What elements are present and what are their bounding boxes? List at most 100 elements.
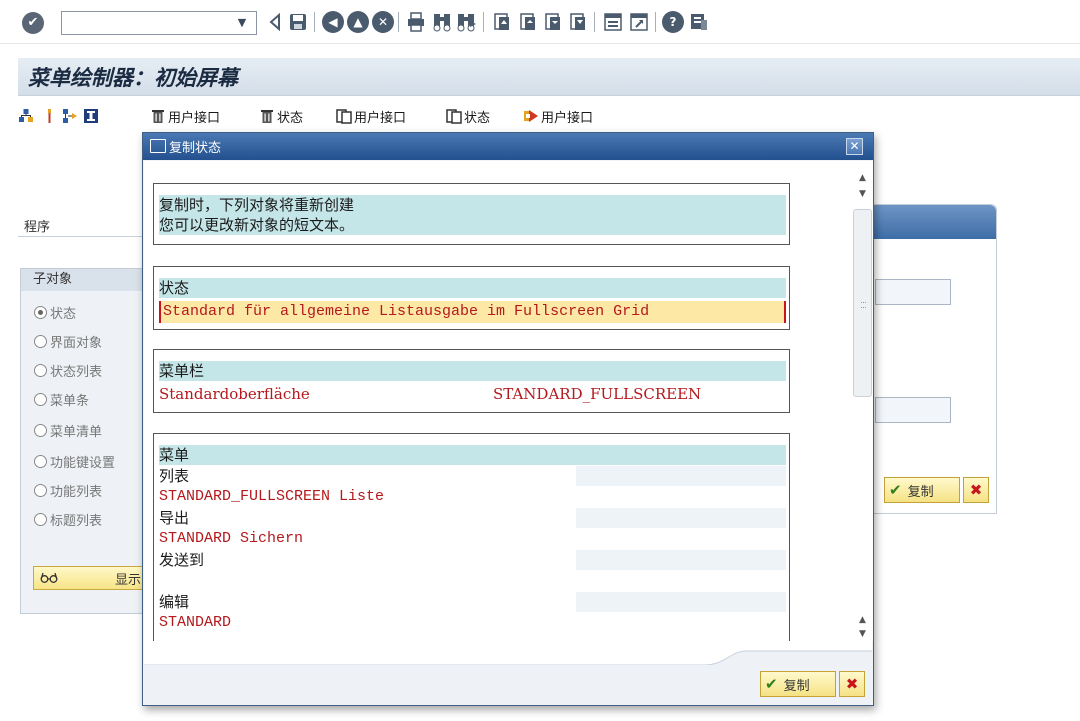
window-icon <box>150 139 166 153</box>
radio-status-list[interactable]: 状态列表 <box>34 360 102 380</box>
radio-function-list[interactable]: 功能列表 <box>34 480 102 500</box>
page-title: 菜单绘制器：初始屏幕 <box>28 65 238 90</box>
radio-button[interactable] <box>34 454 47 468</box>
delete-interface-button[interactable]: 用户接口 <box>150 104 220 128</box>
scroll-down-icon[interactable]: ▼ <box>852 187 873 201</box>
vertical-scrollbar[interactable]: ▲ ▼ ▲ ▼ <box>852 161 873 641</box>
display-button[interactable]: 显示 <box>33 566 153 590</box>
copy-button-label: 复制 <box>907 484 934 500</box>
radio-button[interactable] <box>34 363 47 377</box>
cancel-icon[interactable]: ✕ <box>372 11 394 33</box>
target-field[interactable] <box>875 279 951 305</box>
cancel-button[interactable]: ✖ <box>963 477 989 503</box>
scroll-thumb[interactable] <box>853 209 872 397</box>
dialog-copy-button[interactable]: ✔ 复制 <box>760 671 836 697</box>
menu-row-text: 编辑 <box>159 593 190 611</box>
dialog-cancel-button[interactable]: ✖ <box>839 671 865 697</box>
back-icon[interactable] <box>264 11 286 33</box>
copy-icon <box>446 109 462 124</box>
menubar-row[interactable]: Standardoberfläche STANDARD_FULLSCREEN <box>159 384 786 404</box>
radio-label: 菜单清单 <box>50 424 103 440</box>
save-icon[interactable] <box>287 11 309 33</box>
info-button[interactable] <box>83 104 101 128</box>
check-icon: ✔ <box>889 481 902 499</box>
dialog-close-button[interactable]: ✕ <box>846 138 863 155</box>
info-line: 复制时，下列对象将重新创建 <box>159 195 786 215</box>
radio-button[interactable] <box>34 512 47 526</box>
menu-row: 发送到 <box>159 550 786 570</box>
dialog-titlebar[interactable]: 复制状态 ✕ <box>143 133 873 160</box>
radio-menu-list[interactable]: 菜单清单 <box>34 420 102 440</box>
hierarchy-icon <box>19 109 33 122</box>
next-page-icon[interactable] <box>542 11 564 33</box>
info-icon <box>84 109 98 123</box>
radio-menu-bar[interactable]: 菜单条 <box>34 389 89 409</box>
command-history-dropdown[interactable]: ▼ <box>232 13 252 33</box>
copy-interface-button[interactable]: 用户接口 <box>336 104 406 128</box>
status-short-text-input[interactable]: Standard für allgemeine Listausgabe im F… <box>159 301 786 323</box>
check-icon: ✔ <box>27 15 39 30</box>
radio-button[interactable] <box>34 305 47 319</box>
where-used-button[interactable] <box>62 104 80 128</box>
info-line: 您可以更改新对象的短文本。 <box>159 215 786 235</box>
scroll-down-icon[interactable]: ▼ <box>852 627 873 641</box>
find-next-icon[interactable] <box>455 11 477 33</box>
command-field[interactable] <box>61 11 257 35</box>
menu-row-text: STANDARD <box>159 614 232 631</box>
scroll-up-icon[interactable]: ▲ <box>852 171 873 185</box>
shortcut-icon[interactable] <box>628 11 650 33</box>
radio-interface-object[interactable]: 界面对象 <box>34 331 102 351</box>
first-page-icon[interactable] <box>491 11 513 33</box>
menu-row[interactable]: STANDARD <box>159 613 786 633</box>
display-button-label: 显示 <box>115 572 142 588</box>
copy-status-button[interactable]: 状态 <box>446 104 490 128</box>
menu-row[interactable]: STANDARD_FULLSCREEN Liste <box>159 487 786 507</box>
back-nav-icon[interactable]: ◀ <box>322 11 344 33</box>
rename-interface-button[interactable]: 用户接口 <box>523 104 593 128</box>
pin-button[interactable] <box>41 104 59 128</box>
menu-row[interactable] <box>159 571 786 591</box>
delete-status-button[interactable]: 状态 <box>259 104 303 128</box>
find-icon[interactable] <box>431 11 453 33</box>
status-section: 状态 Standard für allgemeine Listausgabe i… <box>153 266 790 330</box>
title-bar: 菜单绘制器：初始屏幕 <box>18 58 1080 96</box>
copy-status-label: 状态 <box>464 110 491 126</box>
exit-icon[interactable]: ▲ <box>347 11 369 33</box>
last-page-icon[interactable] <box>567 11 589 33</box>
application-toolbar: 用户接口 状态 用户接口 状态 用户接口 <box>18 104 718 128</box>
menu-row: 导出 <box>159 508 786 528</box>
create-session-icon[interactable] <box>602 11 624 33</box>
menu-row-text: STANDARD_FULLSCREEN Liste <box>159 488 385 505</box>
radio-label: 菜单条 <box>50 393 90 409</box>
copy-button[interactable]: ✔ 复制 <box>884 477 960 503</box>
close-icon: ✖ <box>845 675 859 693</box>
radio-status[interactable]: 状态 <box>34 302 76 322</box>
hierarchy-button[interactable] <box>18 104 36 128</box>
status-short-text-value: Standard für allgemeine Listausgabe im F… <box>163 303 650 320</box>
print-icon[interactable] <box>405 11 427 33</box>
copy-icon <box>336 109 352 124</box>
radio-button[interactable] <box>34 483 47 497</box>
panel-header <box>870 205 996 239</box>
previous-page-icon[interactable] <box>517 11 539 33</box>
radio-title-list[interactable]: 标题列表 <box>34 509 102 529</box>
radio-function-key-setting[interactable]: 功能键设置 <box>34 451 115 471</box>
help-icon[interactable]: ? <box>662 11 684 33</box>
delete-interface-label: 用户接口 <box>168 110 221 126</box>
radio-label: 标题列表 <box>50 513 103 529</box>
radio-button[interactable] <box>34 392 47 406</box>
target-field[interactable] <box>875 397 951 423</box>
footer-divider <box>144 641 872 665</box>
check-icon: ✔ <box>765 675 778 693</box>
radio-button[interactable] <box>34 334 47 348</box>
enter-button[interactable]: ✔ <box>22 12 44 34</box>
radio-button[interactable] <box>34 423 47 437</box>
menu-row-text: 发送到 <box>159 551 205 569</box>
menu-row[interactable]: STANDARD Sichern <box>159 529 786 549</box>
delete-status-label: 状态 <box>277 110 304 126</box>
where-used-icon <box>63 109 77 123</box>
scroll-up-icon[interactable]: ▲ <box>852 613 873 627</box>
glasses-icon <box>40 572 58 583</box>
menubar-name: Standardoberfläche <box>159 385 310 403</box>
customize-layout-icon[interactable] <box>688 11 710 33</box>
